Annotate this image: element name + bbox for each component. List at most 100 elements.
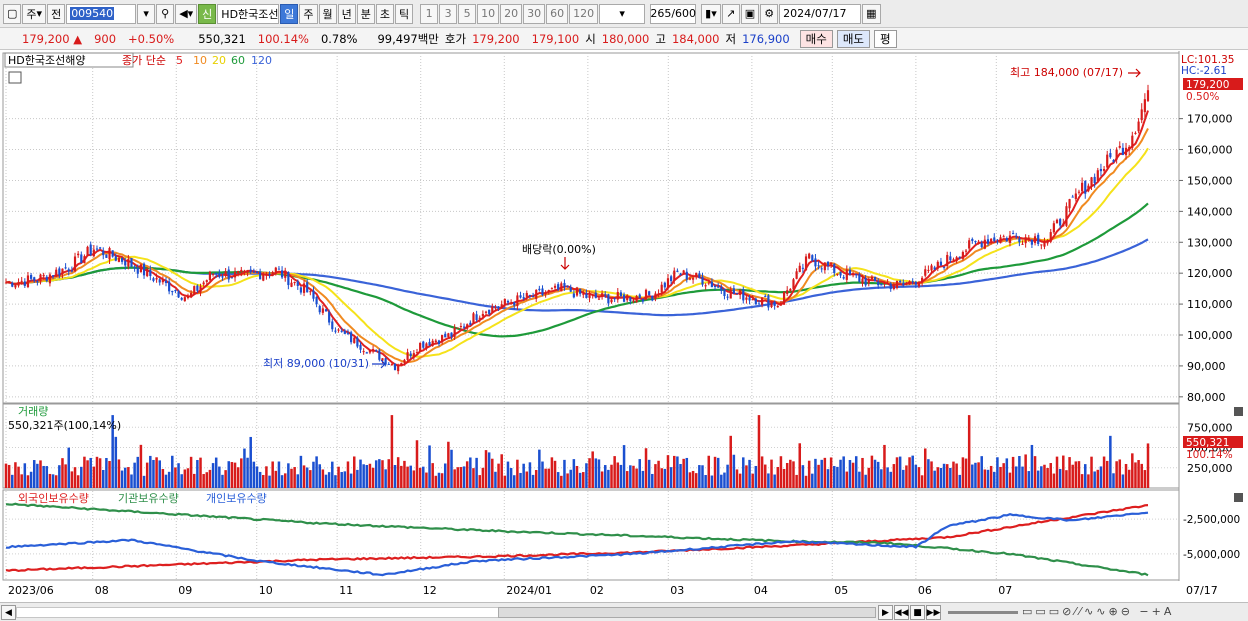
- interval-tab-120[interactable]: 120: [569, 3, 599, 24]
- rewind-icon[interactable]: ◀◀: [894, 605, 909, 620]
- scroll-right-icon[interactable]: ▶: [878, 605, 893, 620]
- save-icon[interactable]: ▣: [740, 3, 760, 24]
- interval-tab-3[interactable]: 3: [439, 3, 458, 24]
- volume-bar: [531, 474, 535, 488]
- scroll-left-icon[interactable]: ◀: [1, 605, 16, 620]
- candle-body: [673, 270, 676, 281]
- legend-ma120: 120: [251, 54, 272, 67]
- volume-bar: [638, 459, 641, 488]
- interval-tab-20[interactable]: 20: [500, 3, 523, 24]
- volume-bar: [428, 445, 431, 488]
- interval-tab-60[interactable]: 60: [546, 3, 569, 24]
- interval-tab-30[interactable]: 30: [523, 3, 546, 24]
- volume-bar: [214, 457, 218, 488]
- legend-ma10: 10: [193, 54, 207, 67]
- interval-tab-1[interactable]: 1: [420, 3, 439, 24]
- volume-bar: [723, 472, 726, 488]
- volume-bar: [920, 475, 924, 488]
- volume-bar: [763, 464, 767, 488]
- chart-menu-icon[interactable]: ▢: [3, 3, 22, 24]
- volume-bar: [669, 467, 673, 488]
- candle-body: [971, 238, 974, 241]
- volume-bar: [720, 474, 723, 488]
- volume-bar: [898, 456, 902, 488]
- period-tab-2[interactable]: 월: [318, 3, 337, 24]
- candle-body: [221, 276, 224, 278]
- x-tick-label: 03: [670, 584, 684, 597]
- candle-body: [1128, 146, 1131, 151]
- forward-icon[interactable]: ▶▶: [926, 605, 941, 620]
- candle-body: [409, 353, 412, 357]
- volume-bar: [1134, 462, 1137, 488]
- legend-ma5: 5: [176, 54, 183, 67]
- candle-body: [610, 299, 613, 303]
- stock-code-input[interactable]: 009540: [66, 3, 137, 24]
- candle-body: [365, 352, 368, 354]
- interval-custom-select[interactable]: ▾: [599, 3, 646, 24]
- volume-bar: [58, 465, 61, 488]
- candle-body: [403, 359, 406, 363]
- sell-button[interactable]: 매도: [836, 29, 870, 48]
- candle-body: [11, 282, 14, 287]
- volume-bar: [1115, 461, 1118, 488]
- drawing-tools-icon[interactable]: ▭▭▭⊘⁄⁄∿∿⊕⊖ −+A: [1022, 605, 1174, 618]
- volume-bar: [393, 464, 397, 488]
- volume-bar: [243, 448, 246, 488]
- period-tab-3[interactable]: 년: [337, 3, 356, 24]
- candle-body: [993, 237, 996, 241]
- buy-button[interactable]: 매수: [799, 29, 833, 48]
- scroll-thumb[interactable]: [498, 607, 876, 618]
- volume-bar: [61, 458, 64, 488]
- zoom-slider[interactable]: [948, 611, 1018, 614]
- period-tab-5[interactable]: 초: [375, 3, 395, 24]
- candle-type-icon[interactable]: ▮▾: [701, 3, 721, 24]
- volume-bar: [971, 464, 974, 488]
- interval-tab-10[interactable]: 10: [477, 3, 500, 24]
- period-main-select[interactable]: 주 ▾: [22, 3, 47, 24]
- candle-body: [186, 295, 190, 299]
- search-icon[interactable]: ⚲: [156, 3, 175, 24]
- volume-bar: [597, 459, 601, 488]
- candle-body: [547, 290, 550, 292]
- volume-bar: [268, 475, 271, 488]
- holding-close-icon[interactable]: [1234, 493, 1243, 502]
- candle-body: [4, 282, 8, 284]
- speaker-icon[interactable]: ◀▾: [175, 3, 198, 24]
- settings-gear-icon[interactable]: ⚙: [760, 3, 779, 24]
- candle-body: [130, 258, 133, 267]
- calendar-icon[interactable]: ▦: [862, 3, 881, 24]
- draw-tool-icon[interactable]: ↗: [721, 3, 740, 24]
- candle-body: [848, 269, 852, 275]
- period-tab-6[interactable]: 틱: [395, 3, 414, 24]
- eval-button[interactable]: 평: [874, 29, 897, 48]
- candle-body: [936, 261, 939, 269]
- candle-body: [629, 297, 632, 302]
- interval-tab-5[interactable]: 5: [458, 3, 477, 24]
- panel-menu-icon[interactable]: [8, 71, 22, 84]
- candle-body: [33, 277, 36, 281]
- candle-body: [949, 256, 952, 261]
- prev-button[interactable]: 전: [47, 3, 66, 24]
- volume-bar: [491, 458, 494, 488]
- shin-badge[interactable]: 신: [198, 3, 217, 24]
- period-tab-0[interactable]: 일: [280, 3, 299, 24]
- volume-bar: [309, 470, 312, 488]
- volume-bar: [136, 456, 140, 488]
- volume-bar: [265, 466, 268, 488]
- volume-bar: [651, 473, 654, 488]
- volume-bar: [80, 466, 83, 488]
- date-field[interactable]: 2024/07/17: [779, 3, 862, 24]
- stop-icon[interactable]: ■: [910, 605, 925, 620]
- candle-body: [1024, 237, 1027, 244]
- count-field[interactable]: 265/600: [650, 3, 697, 24]
- candle-body: [23, 281, 26, 286]
- volume-bar: [283, 473, 287, 488]
- stock-chart[interactable]: 2023/06 08 09 10 11 12 2024/01 02 03 04 05 06 07 07/1…: [0, 51, 1248, 602]
- chart-area[interactable]: 2023/06 08 09 10 11 12 2024/01 02 03 04 05 06 07 07/1…: [0, 51, 1248, 602]
- period-tab-4[interactable]: 분: [356, 3, 375, 24]
- volume-bar: [553, 460, 557, 488]
- candle-body: [942, 266, 946, 268]
- period-tab-1[interactable]: 주: [299, 3, 318, 24]
- volume-close-icon[interactable]: [1234, 407, 1243, 416]
- code-dropdown-icon[interactable]: ▾: [137, 3, 156, 24]
